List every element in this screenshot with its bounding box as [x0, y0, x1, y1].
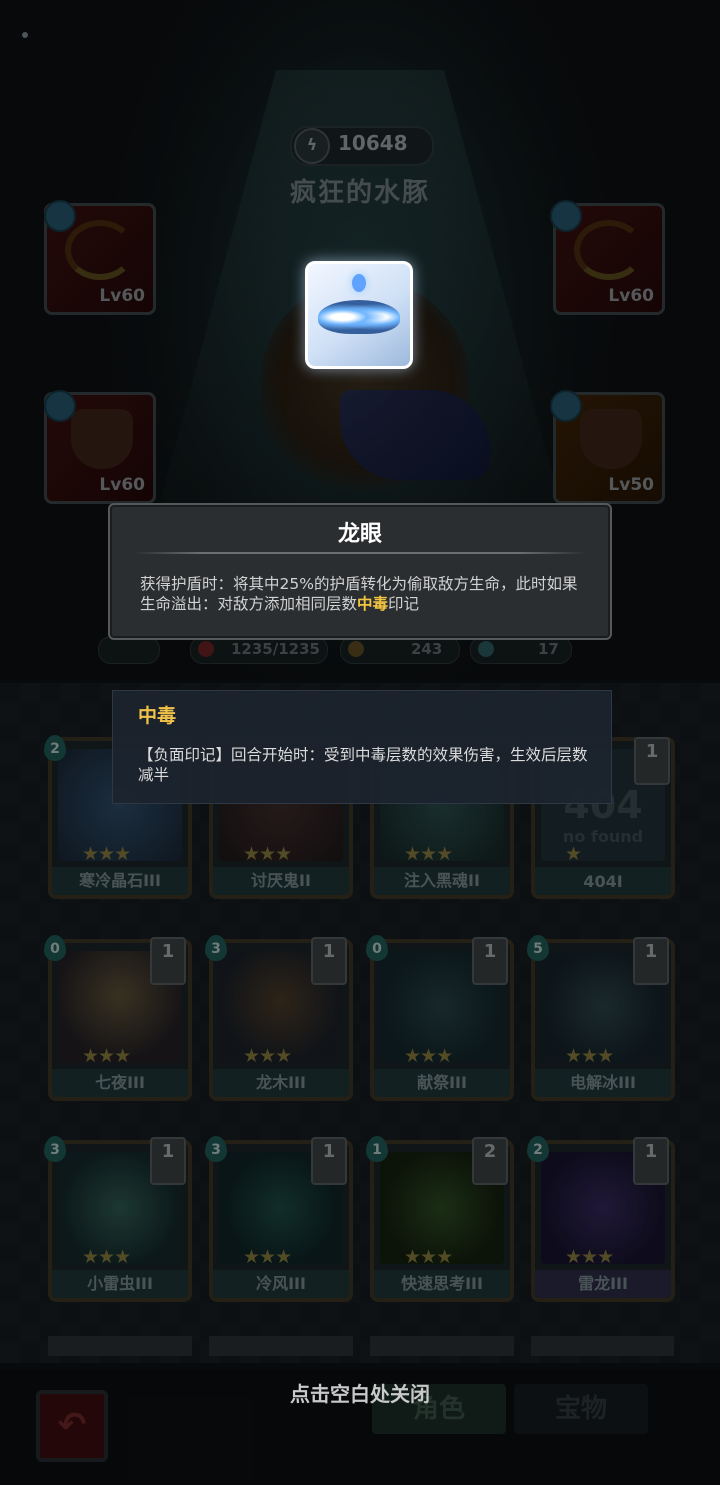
relic-tooltip-body: 获得护盾时：将其中25%的护盾转化为偷取敌方生命，此时如果生命溢出：对敌方添加相… — [140, 574, 586, 614]
relic-tooltip-title: 龙眼 — [337, 522, 382, 547]
tooltip-body-text-end: 印记 — [388, 595, 420, 613]
keyword-tooltip-body: 【负面印记】回合开始时：受到中毒层数的效果伤害，生效后层数减半 — [138, 746, 588, 784]
close-hint: 点击空白处关闭 — [290, 1382, 430, 1406]
gem-icon — [352, 274, 366, 292]
glowing-eyes-icon — [318, 300, 400, 334]
tooltip-divider — [134, 552, 586, 554]
dragon-eye-relic-icon — [305, 261, 413, 369]
keyword-tooltip-title: 中毒 — [138, 705, 177, 727]
poison-keyword-link[interactable]: 中毒 — [357, 595, 388, 613]
